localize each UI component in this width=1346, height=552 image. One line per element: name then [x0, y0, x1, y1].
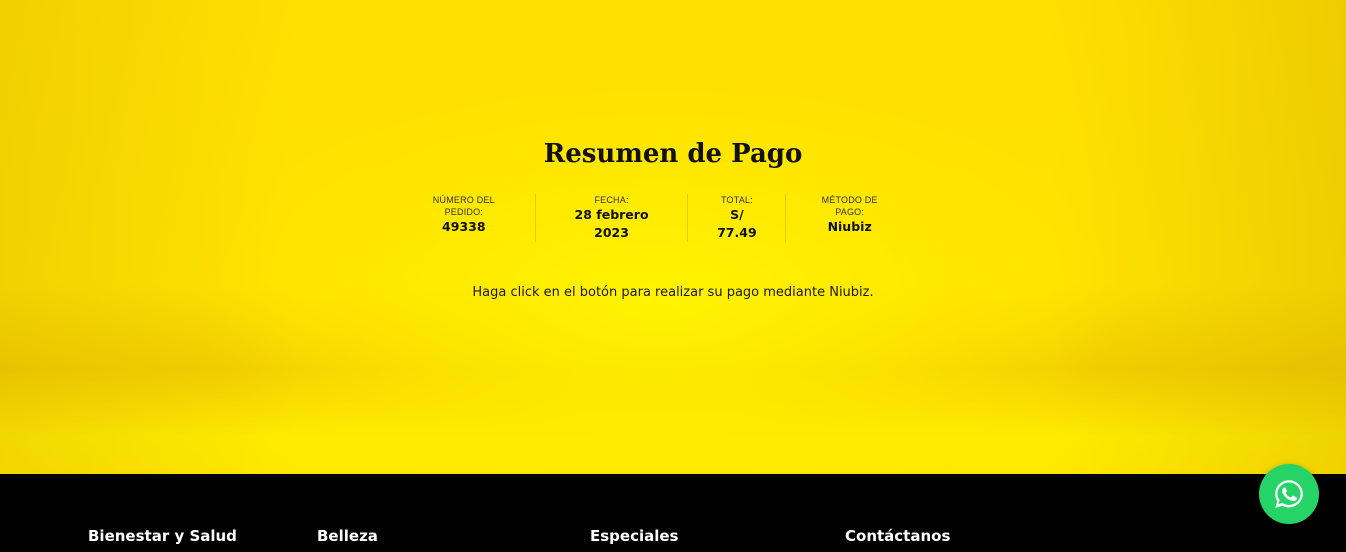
order-number-label: NÚMERO DEL PEDIDO:	[432, 195, 495, 217]
order-summary: NÚMERO DEL PEDIDO: 49338 FECHA: 28 febre…	[393, 194, 913, 242]
payment-method-label: MÉTODO DE PAGO:	[821, 195, 878, 217]
order-date-label: FECHA:	[594, 195, 629, 205]
footer-heading-especiales: Especiales	[590, 527, 679, 545]
footer-heading-bienestar-salud: Bienestar y Salud	[88, 527, 237, 545]
footer-heading-belleza: Belleza	[317, 527, 378, 545]
payment-method: MÉTODO DE PAGO: Niubiz	[786, 194, 913, 242]
order-total-label: TOTAL:	[720, 195, 753, 205]
order-total-value: S/ 77.49	[717, 207, 757, 240]
whatsapp-icon	[1275, 480, 1303, 508]
page-title: Resumen de Pago	[543, 139, 803, 169]
order-date: FECHA: 28 febrero 2023	[536, 194, 689, 242]
order-date-value: 28 febrero 2023	[574, 207, 649, 240]
payment-instructions: Haga click en el botón para realizar su …	[472, 285, 874, 300]
order-number: NÚMERO DEL PEDIDO: 49338	[393, 194, 536, 242]
order-number-value: 49338	[442, 219, 486, 234]
whatsapp-chat-button[interactable]	[1259, 464, 1319, 524]
payment-method-value: Niubiz	[827, 219, 872, 234]
order-total: TOTAL: S/ 77.49	[688, 194, 787, 242]
footer: Bienestar y Salud Belleza Especiales Con…	[0, 474, 1346, 552]
footer-heading-contactanos: Contáctanos	[845, 527, 951, 545]
